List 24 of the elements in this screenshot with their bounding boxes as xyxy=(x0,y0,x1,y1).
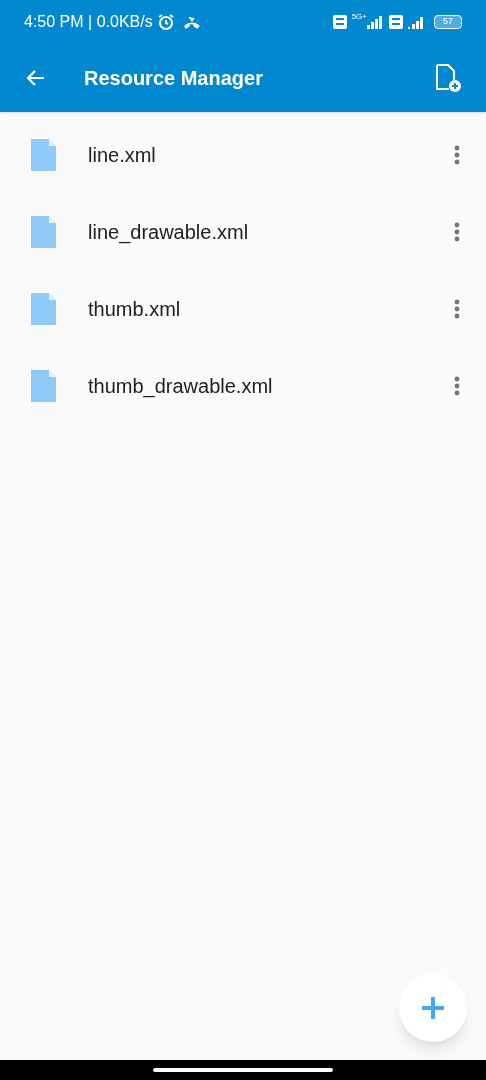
file-icon xyxy=(31,215,56,248)
signal-icon xyxy=(367,14,383,29)
file-name[interactable]: line_drawable.xml xyxy=(88,216,454,247)
network-type: 5G+ xyxy=(351,11,367,23)
app-title: Resource Manager xyxy=(84,65,264,91)
more-options-icon[interactable] xyxy=(454,298,460,319)
more-options-icon[interactable] xyxy=(454,375,460,396)
file-icon xyxy=(31,292,56,325)
file-icon xyxy=(31,369,56,402)
alarm-icon xyxy=(156,12,175,31)
battery-icon: 57 xyxy=(434,14,462,29)
status-time: 4:50 PM | 0.0KB/s xyxy=(24,11,153,32)
volte-icon xyxy=(389,14,403,29)
file-icon xyxy=(31,138,56,171)
file-name[interactable]: thumb.xml xyxy=(88,293,454,324)
signal-icon xyxy=(408,14,426,29)
plus-icon xyxy=(421,996,445,1020)
volte-icon xyxy=(332,14,347,29)
file-name[interactable]: thumb_drawable.xml xyxy=(88,370,454,401)
more-options-icon[interactable] xyxy=(454,144,460,165)
add-button[interactable] xyxy=(399,974,467,1042)
more-options-icon[interactable] xyxy=(454,221,460,242)
new-file-icon[interactable] xyxy=(434,62,462,93)
file-name[interactable]: line.xml xyxy=(88,139,454,170)
